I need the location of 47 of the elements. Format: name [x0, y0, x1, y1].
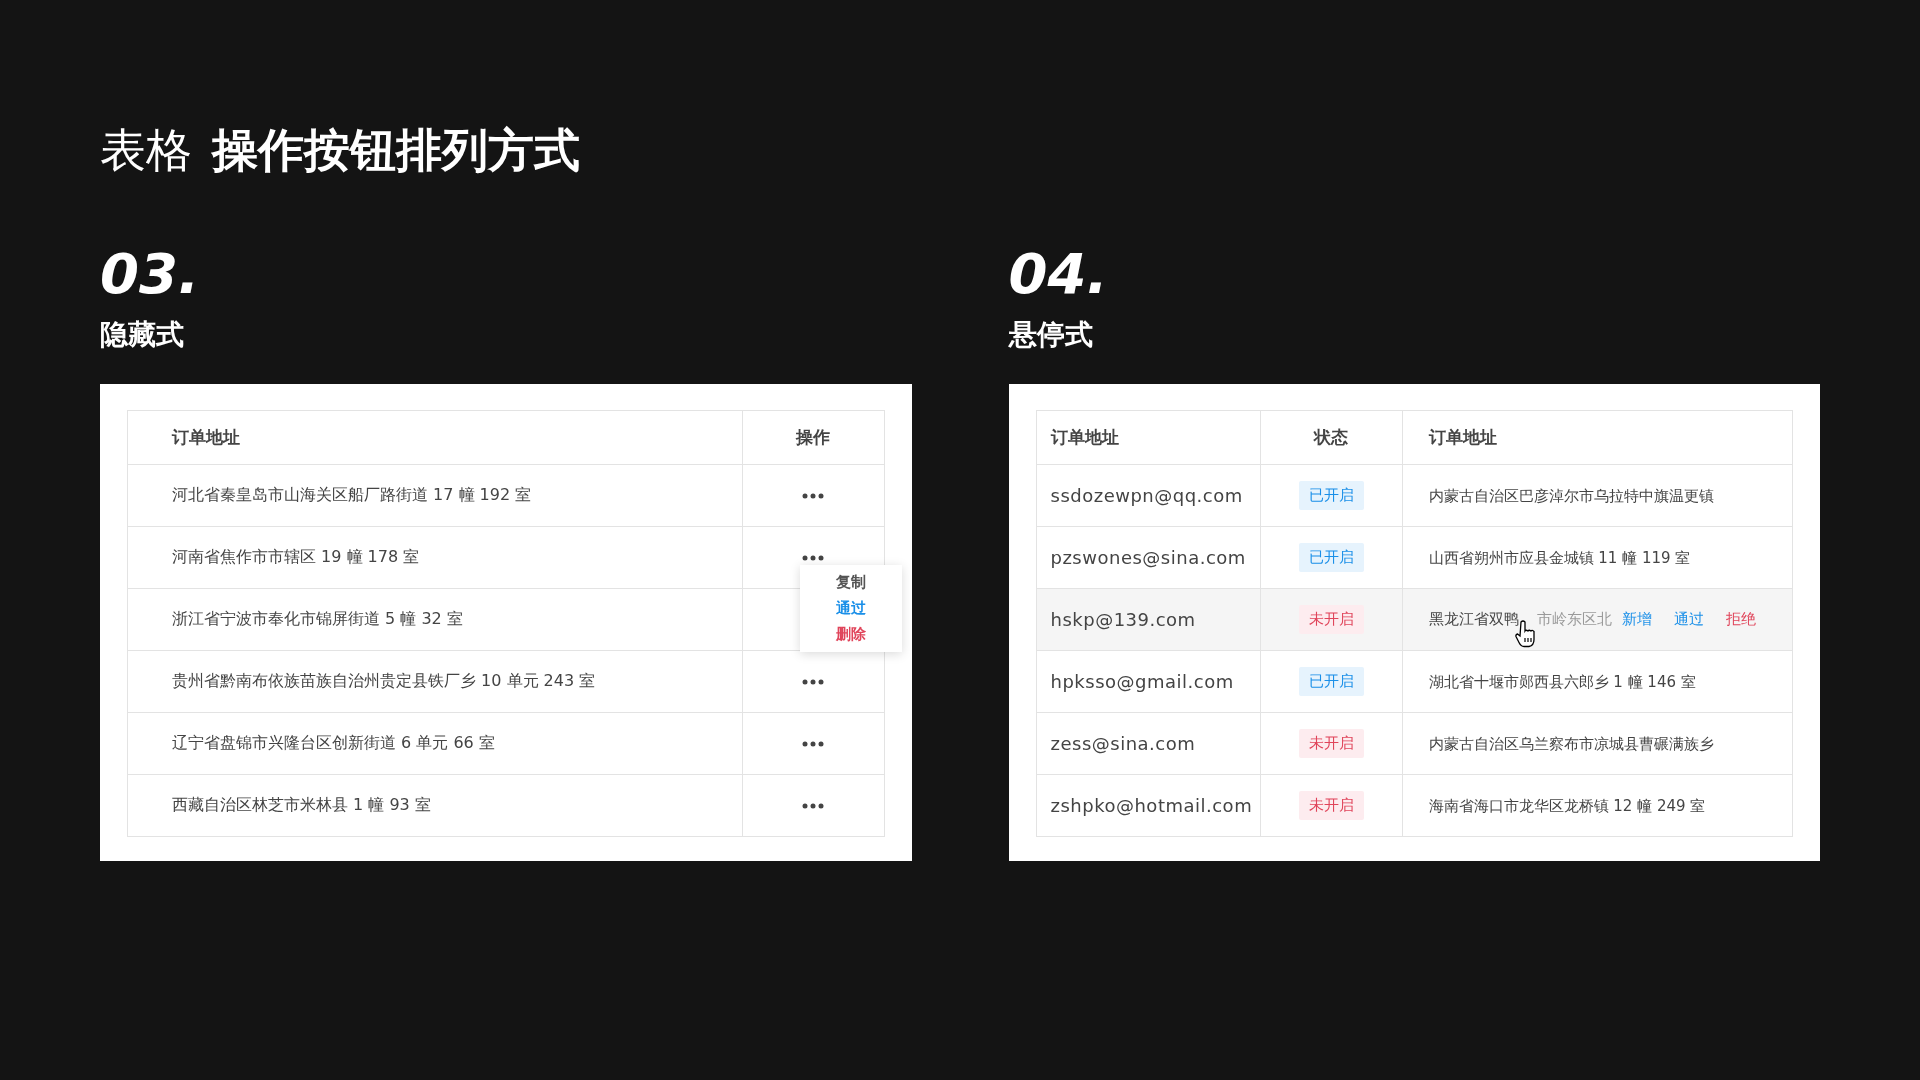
- table-cell: pzswones@sina.com: [1050, 547, 1246, 568]
- table-cell: zess@sina.com: [1050, 733, 1196, 754]
- status-tag: 未开启: [1298, 791, 1364, 820]
- status-tag: 已开启: [1298, 667, 1364, 696]
- table-cell-text: 山西省朔州市应县金城镇 11 幢 119 室: [1427, 548, 1691, 567]
- more-icon[interactable]: [802, 678, 824, 685]
- table-cell-text: 湖北省十堰市郧西县六郎乡 1 幢 146 室: [1427, 672, 1696, 691]
- more-icon[interactable]: [802, 740, 824, 747]
- row-action-link[interactable]: 新增: [1621, 610, 1652, 629]
- table-cell: ssdozewpn@qq.com: [1050, 485, 1243, 506]
- more-icon[interactable]: [802, 554, 824, 561]
- menu-item[interactable]: 通过: [835, 599, 866, 618]
- section-title: 隐藏式: [100, 317, 184, 353]
- status-tag: 已开启: [1298, 543, 1364, 572]
- table-cell: hskp@139.com: [1050, 609, 1196, 630]
- table-cell: 西藏自治区林芝市米林县 1 幢 93 室: [172, 795, 431, 814]
- page-title: 表格: [100, 122, 192, 179]
- table-cell: 浙江省宁波市奉化市锦屏街道 5 幢 32 室: [172, 609, 463, 628]
- page-title: 操作按钮排列方式: [212, 122, 580, 179]
- table-cell: 河南省焦作市市辖区 19 幢 178 室: [172, 547, 420, 566]
- menu-item[interactable]: 删除: [835, 625, 866, 644]
- table-cell-text: 海南省海口市龙华区龙桥镇 12 幢 249 室: [1427, 796, 1706, 815]
- table-cell: zshpko@hotmail.com: [1050, 795, 1253, 816]
- table-cell: 贵州省黔南布依族苗族自治州贵定县铁厂乡 10 单元 243 室: [172, 671, 596, 690]
- column-header: 订单地址: [172, 427, 240, 447]
- table-cell: 市岭东区北: [1536, 610, 1612, 629]
- table-cell-text: 内蒙古自治区巴彦淖尔市乌拉特中旗温更镇: [1427, 486, 1714, 505]
- table-cell: hpksso@gmail.com: [1050, 671, 1234, 692]
- section-number: 03.: [100, 246, 200, 302]
- column-header: 订单地址: [1428, 427, 1497, 447]
- row-action-link[interactable]: 拒绝: [1725, 610, 1756, 629]
- column-header: 订单地址: [1050, 427, 1119, 447]
- row-action-link[interactable]: 通过: [1673, 610, 1704, 629]
- column-header: 操作: [796, 427, 830, 447]
- table-cell: 黑龙江省双鸭: [1428, 610, 1519, 629]
- section-title: 悬停式: [1008, 317, 1093, 353]
- more-icon[interactable]: [802, 802, 824, 809]
- column-header: 状态: [1314, 427, 1348, 447]
- table-cell-text: 内蒙古自治区乌兰察布市凉城县曹碾满族乡: [1427, 734, 1714, 753]
- more-icon[interactable]: [802, 492, 824, 499]
- status-tag: 已开启: [1298, 481, 1364, 510]
- status-tag: 未开启: [1298, 729, 1364, 758]
- section-number: 04.: [1008, 246, 1108, 302]
- menu-item[interactable]: 复制: [835, 573, 866, 592]
- status-tag: 未开启: [1298, 605, 1364, 634]
- table-cell: 辽宁省盘锦市兴隆台区创新街道 6 单元 66 室: [172, 733, 495, 752]
- table-cell: 河北省秦皇岛市山海关区船厂路街道 17 幢 192 室: [172, 485, 532, 504]
